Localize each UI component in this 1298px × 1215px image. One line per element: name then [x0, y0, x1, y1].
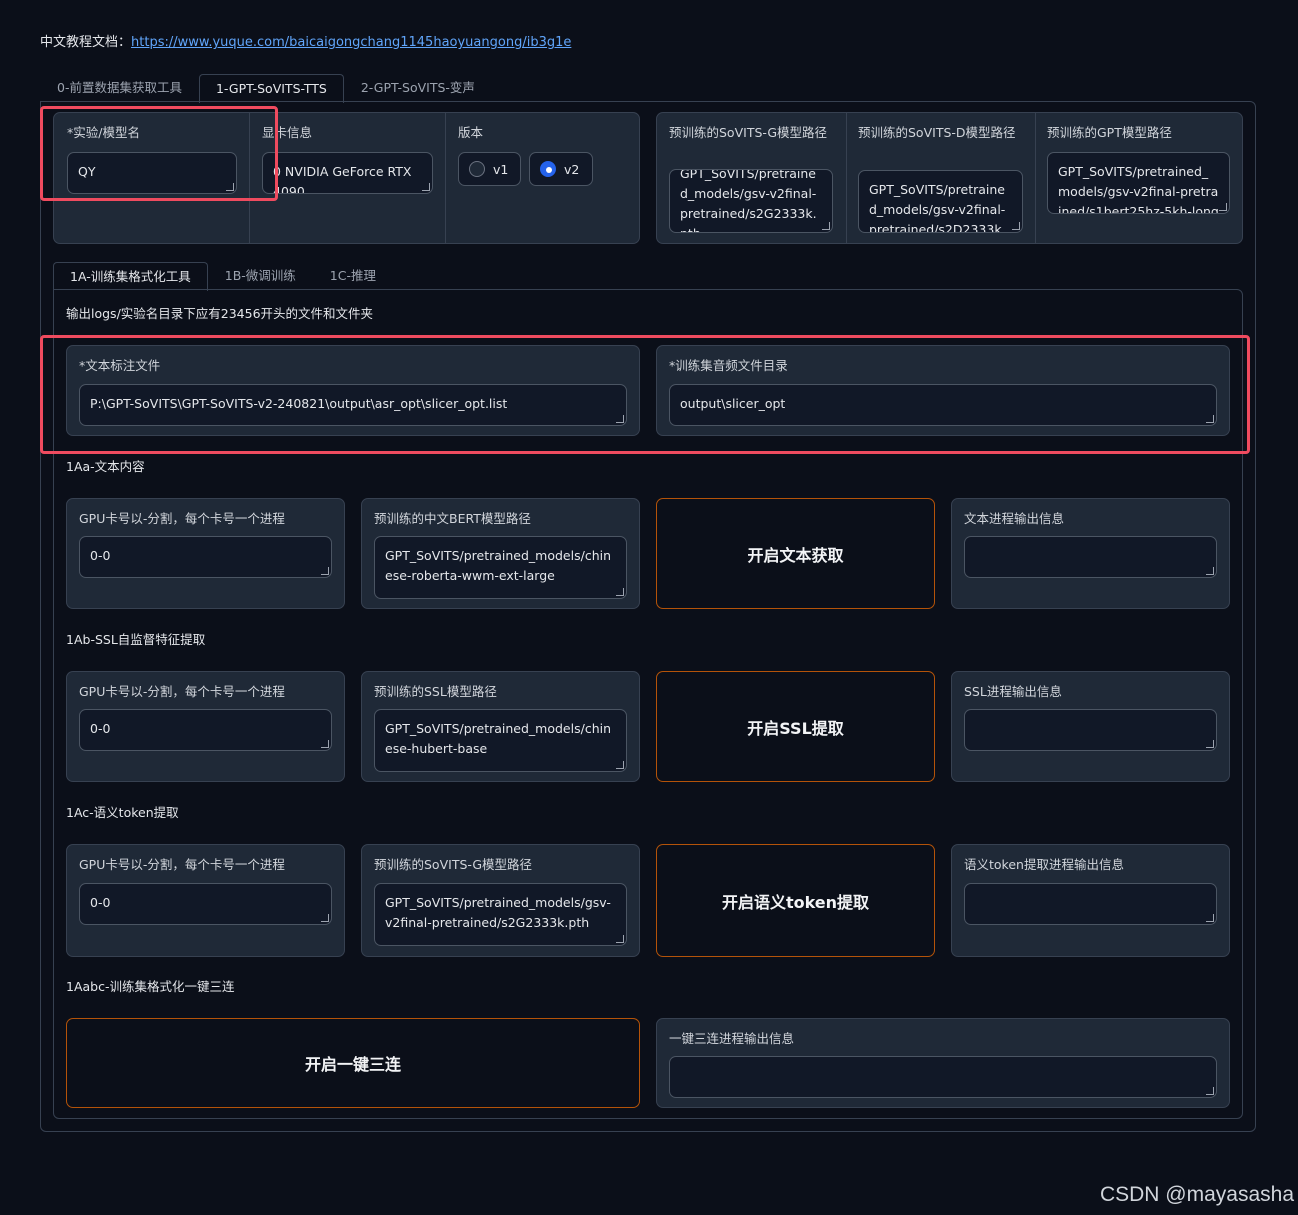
- sovits-g-path-input[interactable]: GPT_SoVITS/pretrained_models/gsv-v2final…: [374, 883, 627, 946]
- radio-unchecked-icon: [469, 161, 485, 177]
- gpu-block-1ab: GPU卡号以-分割，每个卡号一个进程 0-0: [66, 671, 345, 782]
- gpu-block-1aa: GPU卡号以-分割，每个卡号一个进程 0-0: [66, 498, 345, 609]
- list-file-input[interactable]: P:\GPT-SoVITS\GPT-SoVITS-v2-240821\outpu…: [79, 384, 627, 426]
- text-output-field[interactable]: [964, 536, 1217, 578]
- exp-name-input[interactable]: QY: [67, 152, 237, 194]
- start-ssl-button[interactable]: 开启SSL提取: [656, 671, 935, 782]
- section-title-1aa: 1Aa-文本内容: [66, 459, 145, 474]
- start-one-click-button[interactable]: 开启一键三连: [66, 1018, 640, 1108]
- one-click-output-field[interactable]: [669, 1056, 1217, 1098]
- tab-voice-change[interactable]: 2-GPT-SoVITS-变声: [344, 73, 492, 102]
- section-title-1ac: 1Ac-语义token提取: [66, 805, 179, 820]
- ssl-output-label: SSL进程输出信息: [964, 684, 1062, 699]
- doc-line: 中文教程文档：https://www.yuque.com/baicaigongc…: [40, 31, 571, 50]
- version-v2-label: v2: [564, 161, 580, 177]
- top-tab-bar: 0-前置数据集获取工具 1-GPT-SoVITS-TTS 2-GPT-SoVIT…: [40, 73, 492, 103]
- start-text-button[interactable]: 开启文本获取: [656, 498, 935, 609]
- text-output-label: 文本进程输出信息: [964, 511, 1065, 526]
- gpu-input-1ab[interactable]: 0-0: [79, 709, 332, 751]
- token-output-block: 语义token提取进程输出信息: [951, 844, 1230, 957]
- list-file-block: *文本标注文件 P:\GPT-SoVITS\GPT-SoVITS-v2-2408…: [66, 345, 640, 436]
- ssl-path-input[interactable]: GPT_SoVITS/pretrained_models/chinese-hub…: [374, 709, 627, 772]
- gpu-info-label: 显卡信息: [262, 125, 313, 140]
- sovits-g-path-label: 预训练的SoVITS-G模型路径: [374, 857, 533, 872]
- pretrained-d-input[interactable]: GPT_SoVITS/pretrained_models/gsv-v2final…: [858, 170, 1023, 233]
- list-file-label: *文本标注文件: [79, 358, 161, 373]
- ssl-block: 预训练的SSL模型路径 GPT_SoVITS/pretrained_models…: [361, 671, 640, 782]
- start-token-button[interactable]: 开启语义token提取: [656, 844, 935, 957]
- pretrained-d-label: 预训练的SoVITS-D模型路径: [858, 125, 1016, 140]
- version-radio-v1[interactable]: v1: [458, 152, 521, 186]
- pretrained-g-value: GPT_SoVITS/pretrained_models/gsv-v2final…: [680, 169, 817, 232]
- sovits-g-block: 预训练的SoVITS-G模型路径 GPT_SoVITS/pretrained_m…: [361, 844, 640, 957]
- bert-path-label: 预训练的中文BERT模型路径: [374, 511, 531, 526]
- tab-dataset-tools[interactable]: 0-前置数据集获取工具: [40, 73, 199, 102]
- tab-1b-finetune[interactable]: 1B-微调训练: [208, 261, 313, 290]
- gpu-label-1aa: GPU卡号以-分割，每个卡号一个进程: [79, 511, 285, 526]
- pretrained-gpt-label: 预训练的GPT模型路径: [1047, 125, 1172, 140]
- settings-block: *实验/模型名 QY 显卡信息 0 NVIDIA GeForce RTX 409…: [53, 112, 640, 244]
- ssl-output-field[interactable]: [964, 709, 1217, 751]
- doc-link[interactable]: https://www.yuque.com/baicaigongchang114…: [131, 35, 571, 50]
- bert-path-input[interactable]: GPT_SoVITS/pretrained_models/chinese-rob…: [374, 536, 627, 599]
- bert-block: 预训练的中文BERT模型路径 GPT_SoVITS/pretrained_mod…: [361, 498, 640, 609]
- gpu-info-field[interactable]: 0 NVIDIA GeForce RTX 4090: [262, 152, 433, 194]
- section-title-1ab: 1Ab-SSL自监督特征提取: [66, 632, 206, 647]
- tab-tts[interactable]: 1-GPT-SoVITS-TTS: [198, 74, 344, 103]
- ssl-path-label: 预训练的SSL模型路径: [374, 684, 497, 699]
- gpu-label-1ab: GPU卡号以-分割，每个卡号一个进程: [79, 684, 285, 699]
- doc-label: 中文教程文档：: [40, 35, 132, 50]
- pretrained-paths-block: 预训练的SoVITS-G模型路径 GPT_SoVITS/pretrained_m…: [656, 112, 1243, 244]
- watermark: CSDN @mayasasha: [1099, 1183, 1294, 1206]
- inner-tab-bar: 1A-训练集格式化工具 1B-微调训练 1C-推理: [53, 261, 393, 291]
- token-output-field[interactable]: [964, 883, 1217, 925]
- intro-text: 输出logs/实验名目录下应有23456开头的文件和文件夹: [66, 306, 374, 321]
- version-label: 版本: [458, 125, 484, 140]
- one-click-output-block: 一键三连进程输出信息: [656, 1018, 1230, 1108]
- version-v1-label: v1: [493, 161, 509, 177]
- pretrained-g-label: 预训练的SoVITS-G模型路径: [669, 125, 828, 140]
- gpu-block-1ac: GPU卡号以-分割，每个卡号一个进程 0-0: [66, 844, 345, 957]
- section-title-1aabc: 1Aabc-训练集格式化一键三连: [66, 979, 235, 994]
- wav-dir-input[interactable]: output\slicer_opt: [669, 384, 1217, 426]
- version-radio-v2[interactable]: v2: [529, 152, 593, 186]
- radio-checked-icon: [540, 161, 556, 177]
- exp-name-label: *实验/模型名: [67, 125, 140, 140]
- gpu-input-1aa[interactable]: 0-0: [79, 536, 332, 578]
- one-click-output-label: 一键三连进程输出信息: [669, 1031, 795, 1046]
- gpu-label-1ac: GPU卡号以-分割，每个卡号一个进程: [79, 857, 285, 872]
- wav-dir-label: *训练集音频文件目录: [669, 358, 788, 373]
- token-output-label: 语义token提取进程输出信息: [964, 857, 1124, 872]
- tab-1c-inference[interactable]: 1C-推理: [313, 261, 393, 290]
- text-output-block: 文本进程输出信息: [951, 498, 1230, 609]
- ssl-output-block: SSL进程输出信息: [951, 671, 1230, 782]
- gpu-input-1ac[interactable]: 0-0: [79, 883, 332, 925]
- tab-1a-format[interactable]: 1A-训练集格式化工具: [53, 262, 208, 291]
- pretrained-gpt-input[interactable]: GPT_SoVITS/pretrained_models/gsv-v2final…: [1047, 152, 1230, 214]
- pretrained-g-input[interactable]: GPT_SoVITS/pretrained_models/gsv-v2final…: [669, 169, 833, 233]
- wav-dir-block: *训练集音频文件目录 output\slicer_opt: [656, 345, 1230, 436]
